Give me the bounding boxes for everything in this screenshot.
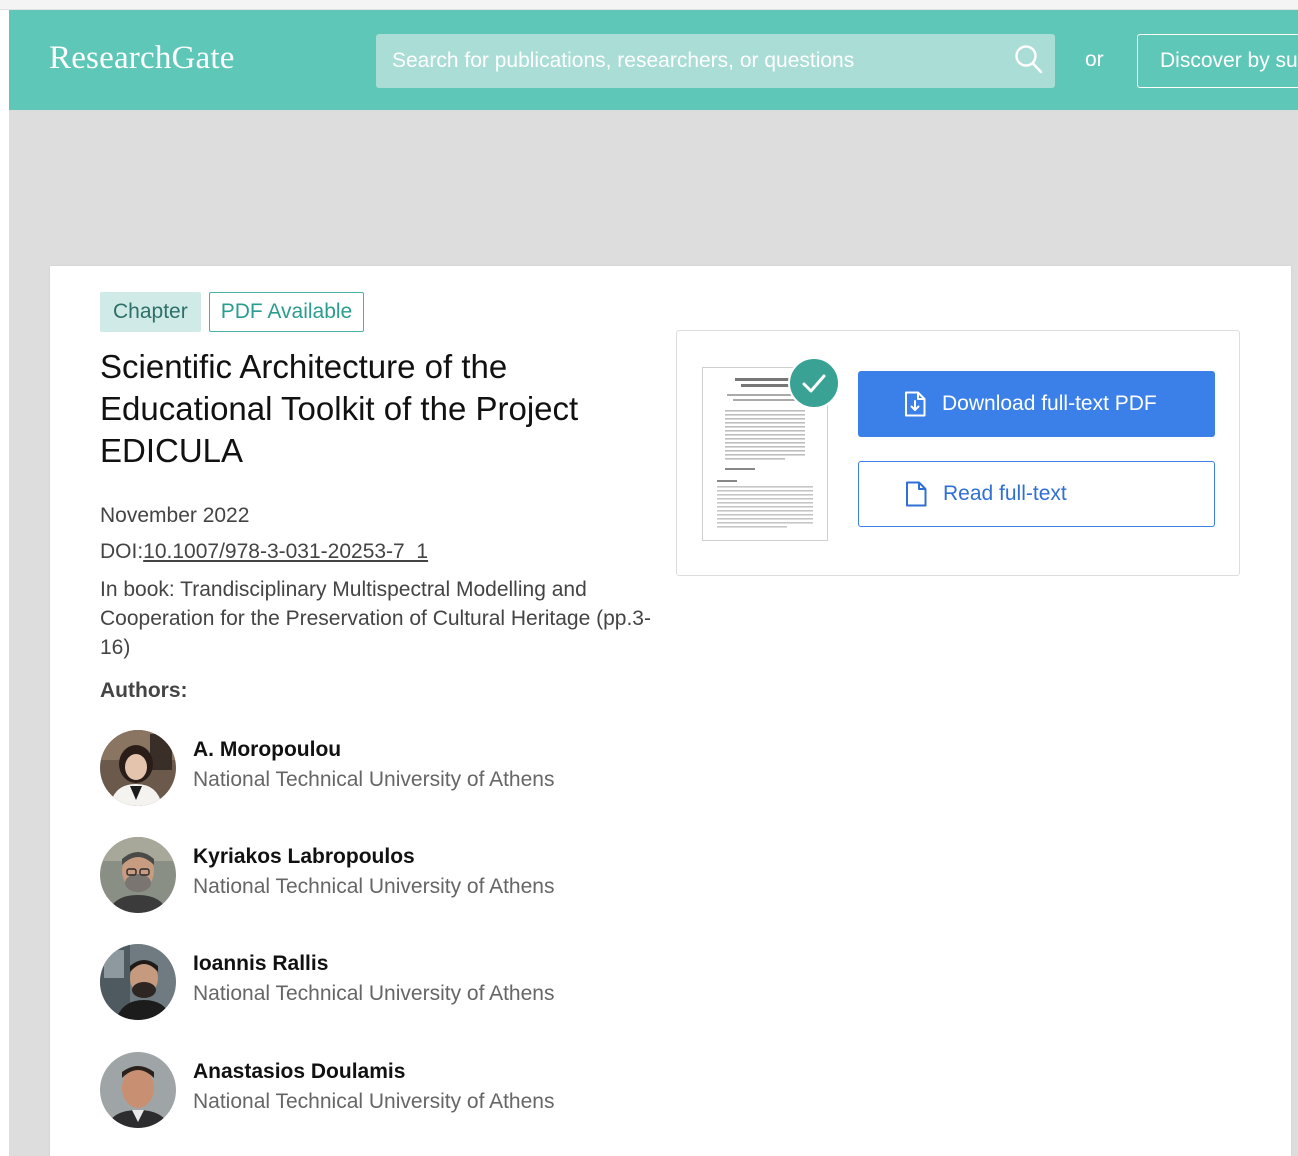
author-institution[interactable]: National Technical University of Athens xyxy=(193,875,554,899)
avatar[interactable] xyxy=(100,1052,176,1128)
discover-by-subject-button[interactable]: Discover by subject area xyxy=(1137,34,1298,88)
publication-date: November 2022 xyxy=(100,504,250,527)
document-icon xyxy=(906,481,927,507)
or-label: or xyxy=(1085,48,1104,71)
author-name[interactable]: Ioannis Rallis xyxy=(193,952,328,976)
avatar[interactable] xyxy=(100,944,176,1020)
author-item[interactable]: Kyriakos Labropoulos National Technical … xyxy=(100,837,660,917)
read-full-text-button[interactable]: Read full-text xyxy=(858,461,1215,527)
author-institution[interactable]: National Technical University of Athens xyxy=(193,1090,554,1114)
site-header: ResearchGate or Discover by subject area xyxy=(9,10,1298,110)
search-box[interactable] xyxy=(376,34,1055,88)
doi-prefix: DOI: xyxy=(100,540,144,563)
author-institution[interactable]: National Technical University of Athens xyxy=(193,768,554,792)
publication-tags: Chapter PDF Available xyxy=(100,292,365,332)
browser-top-strip xyxy=(0,0,1298,10)
author-item[interactable]: Anastasios Doulamis National Technical U… xyxy=(100,1052,660,1132)
download-full-text-pdf-button[interactable]: Download full-text PDF xyxy=(858,371,1215,437)
author-item[interactable]: Ioannis Rallis National Technical Univer… xyxy=(100,944,660,1024)
author-name[interactable]: Kyriakos Labropoulos xyxy=(193,845,415,869)
avatar[interactable] xyxy=(100,730,176,806)
authors-label: Authors: xyxy=(100,679,188,702)
download-label: Download full-text PDF xyxy=(942,392,1157,415)
researchgate-logo[interactable]: ResearchGate xyxy=(49,40,235,77)
pdf-download-icon xyxy=(905,391,926,417)
author-name[interactable]: Anastasios Doulamis xyxy=(193,1060,405,1084)
author-institution[interactable]: National Technical University of Athens xyxy=(193,982,554,1006)
book-info: In book: Trandisciplinary Multispectral … xyxy=(100,578,651,659)
check-badge xyxy=(788,357,840,409)
read-label: Read full-text xyxy=(943,482,1067,505)
avatar[interactable] xyxy=(100,837,176,913)
doi-link[interactable]: 10.1007/978-3-031-20253-7_1 xyxy=(143,540,428,563)
search-input[interactable] xyxy=(376,34,996,88)
author-item[interactable]: A. Moropoulou National Technical Univers… xyxy=(100,730,660,810)
check-icon xyxy=(802,374,826,393)
search-icon[interactable] xyxy=(1014,44,1044,76)
chapter-tag: Chapter xyxy=(100,292,201,332)
doi-line: DOI:10.1007/978-3-031-20253-7_1 xyxy=(100,540,428,564)
pdf-available-tag: PDF Available xyxy=(208,292,365,332)
download-panel: Download full-text PDF Read full-text xyxy=(676,330,1240,576)
author-name[interactable]: A. Moropoulou xyxy=(193,738,341,762)
publication-card: Chapter PDF Available Scientific Archite… xyxy=(50,266,1291,1156)
publication-title: Scientific Architecture of the Education… xyxy=(100,348,579,469)
